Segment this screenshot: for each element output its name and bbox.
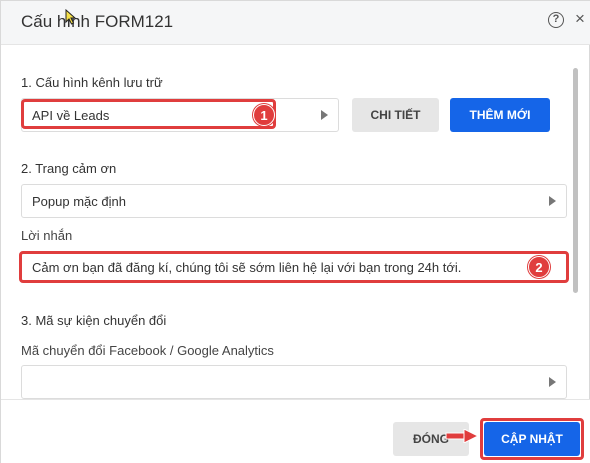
add-new-button[interactable]: THÊM MỚI (450, 98, 550, 132)
dialog-header: Cấu hình FORM121 ? × (1, 1, 590, 45)
conversion-code-select[interactable] (21, 365, 567, 399)
conversion-section-title: 3. Mã sự kiện chuyển đổi (21, 313, 167, 328)
conversion-code-label: Mã chuyển đổi Facebook / Google Analytic… (21, 343, 274, 358)
detail-button[interactable]: CHI TIẾT (352, 98, 439, 132)
highlight-box-2 (19, 251, 569, 283)
thankyou-page-value: Popup mặc định (32, 194, 126, 209)
caret-right-icon (321, 110, 328, 120)
storage-section-title: 1. Cấu hình kênh lưu trữ (21, 75, 163, 90)
highlight-box-1 (21, 99, 276, 129)
update-button[interactable]: CẬP NHẬT (484, 422, 580, 456)
close-icon[interactable]: × (575, 10, 585, 28)
dialog-title: Cấu hình FORM121 (21, 12, 174, 31)
scrollbar-thumb[interactable] (573, 68, 578, 293)
dialog-footer: ĐÓNG CẬP NHẬT (1, 399, 590, 463)
thankyou-section-title: 2. Trang cảm ơn (21, 161, 117, 176)
step-marker-2: 2 (528, 256, 550, 278)
mouse-cursor-icon (65, 9, 77, 25)
message-label: Lời nhắn (21, 228, 73, 243)
config-dialog: Cấu hình FORM121 ? × 1. Cấu hình kênh lư… (0, 0, 590, 463)
caret-right-icon (549, 196, 556, 206)
help-icon[interactable]: ? (548, 12, 564, 28)
pointer-arrow-icon (445, 429, 479, 443)
caret-right-icon (549, 377, 556, 387)
step-marker-1: 1 (253, 104, 275, 126)
dialog-body: 1. Cấu hình kênh lưu trữ API về Leads 1 … (1, 45, 590, 400)
thankyou-page-select[interactable]: Popup mặc định (21, 184, 567, 218)
